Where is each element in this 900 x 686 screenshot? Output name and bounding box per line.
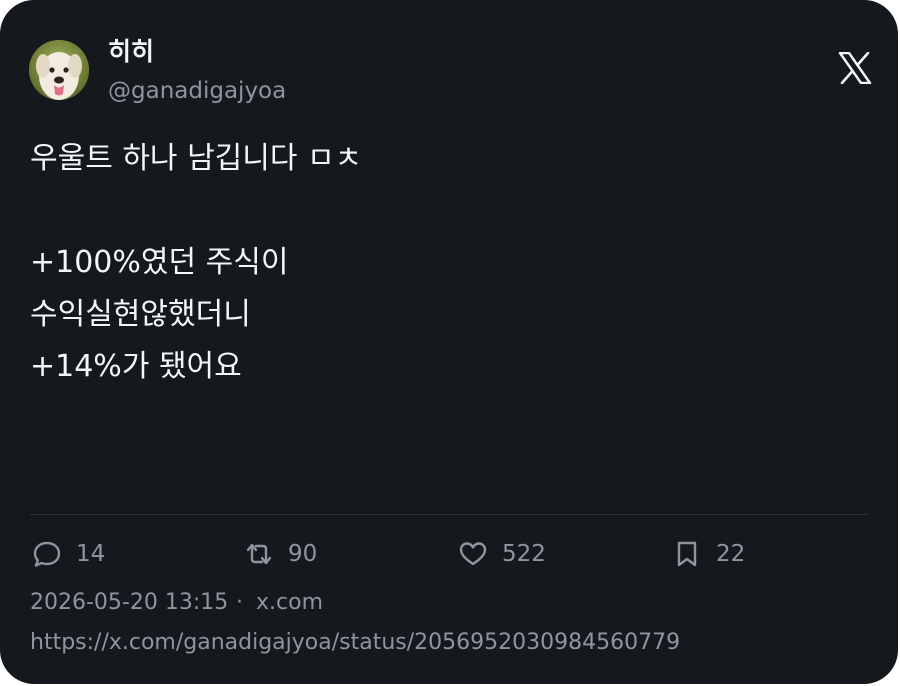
timestamp: 2026-05-20 13:15 bbox=[30, 590, 229, 615]
reply-count: 14 bbox=[76, 541, 106, 567]
heart-icon bbox=[459, 542, 487, 566]
bookmark-icon bbox=[677, 541, 697, 567]
bookmark-count: 22 bbox=[716, 541, 746, 567]
repost-button[interactable]: 90 bbox=[244, 536, 317, 572]
repost-count: 90 bbox=[288, 541, 318, 567]
display-name[interactable]: 히히 bbox=[108, 36, 154, 68]
reply-button[interactable]: 14 bbox=[32, 536, 105, 572]
x-logo-icon[interactable] bbox=[838, 52, 872, 84]
like-count: 522 bbox=[502, 541, 546, 567]
tweet-url-link[interactable]: https://x.com/ganadigajyoa/status/205695… bbox=[30, 627, 680, 659]
dog-avatar-icon bbox=[29, 40, 89, 100]
site-link[interactable]: x.com bbox=[256, 588, 323, 618]
user-handle[interactable]: @ganadigajyoa bbox=[108, 76, 286, 106]
repost-icon bbox=[246, 543, 272, 565]
tweet-card: 히히 @ganadigajyoa 우울트 하나 남깁니다 ㅁㅊ +100%였던 … bbox=[0, 0, 898, 684]
meta-separator: · bbox=[236, 590, 243, 615]
bookmark-button[interactable]: 22 bbox=[672, 536, 745, 572]
divider bbox=[30, 514, 868, 515]
tweet-text: 우울트 하나 남깁니다 ㅁㅊ +100%였던 주식이 수익실현않했더니 +14%… bbox=[30, 141, 363, 384]
like-button[interactable]: 522 bbox=[458, 536, 546, 572]
avatar[interactable] bbox=[29, 40, 89, 100]
reply-icon bbox=[33, 541, 61, 567]
